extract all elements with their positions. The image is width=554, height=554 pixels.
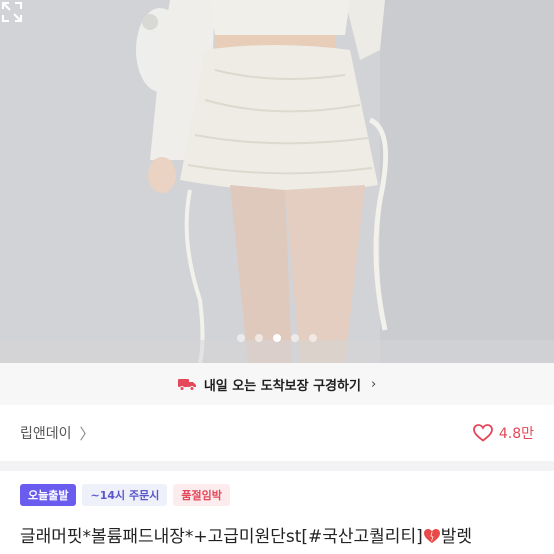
carousel-dot[interactable] <box>255 334 263 342</box>
product-badges: 오늘출발 ~14시 주문시 품절임박 <box>20 484 230 506</box>
badge-order-deadline: ~14시 주문시 <box>82 484 168 506</box>
carousel-dot[interactable] <box>291 334 299 342</box>
chevron-right-icon: 〉 <box>79 424 95 443</box>
truck-icon <box>177 379 196 391</box>
like-button[interactable]: 4.8만 <box>472 423 534 443</box>
delivery-guarantee-banner[interactable]: 내일 오는 도착보장 구경하기 › <box>0 363 554 405</box>
badge-today-ship: 오늘출발 <box>20 484 77 506</box>
badge-low-stock: 품절임박 <box>173 484 230 506</box>
shop-name: 립앤데이 <box>20 426 72 442</box>
chevron-right-icon: › <box>370 376 377 392</box>
shop-row: 립앤데이 〉 4.8만 <box>0 405 554 461</box>
carousel-dot-active[interactable] <box>273 334 281 342</box>
carousel-dot[interactable] <box>309 334 317 342</box>
delivery-banner-text: 내일 오는 도착보장 구경하기 <box>203 378 361 394</box>
product-photo <box>0 0 554 363</box>
product-title-text: 글래머핏*볼륨패드내장*+고급미원단st[#국산고퀄리티] <box>20 527 423 547</box>
like-count: 4.8만 <box>498 426 534 442</box>
carousel-dot[interactable] <box>237 334 245 342</box>
carousel-dots <box>0 334 554 342</box>
product-title-suffix: 발렛 <box>440 527 472 547</box>
expand-icon[interactable] <box>0 0 24 24</box>
product-title: 글래머핏*볼륨패드내장*+고급미원단st[#국산고퀄리티] 발렛 <box>20 522 472 547</box>
heart-outline-icon <box>472 424 493 442</box>
section-divider <box>0 461 554 471</box>
product-image-carousel[interactable] <box>0 0 554 363</box>
shop-link[interactable]: 립앤데이 〉 <box>20 423 95 444</box>
heart-emoji-icon <box>423 529 440 543</box>
